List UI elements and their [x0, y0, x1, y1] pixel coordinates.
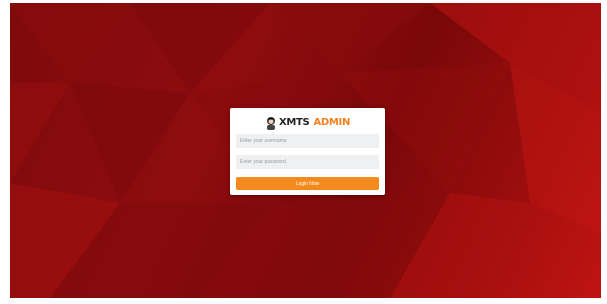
login-button-label: Login Now [295, 180, 320, 187]
logo-sub-text: ADMIN [313, 117, 351, 128]
login-card: XMTS ADMIN Login Now [230, 108, 385, 195]
login-button[interactable]: Login Now [236, 177, 379, 190]
logo-brand-text: XMTS [278, 117, 310, 128]
mascot-logo-icon [265, 116, 277, 130]
brand-logo: XMTS ADMIN [230, 113, 385, 133]
password-input[interactable] [236, 155, 379, 169]
username-input[interactable] [236, 134, 379, 148]
page-frame: XMTS ADMIN Login Now [0, 0, 607, 304]
